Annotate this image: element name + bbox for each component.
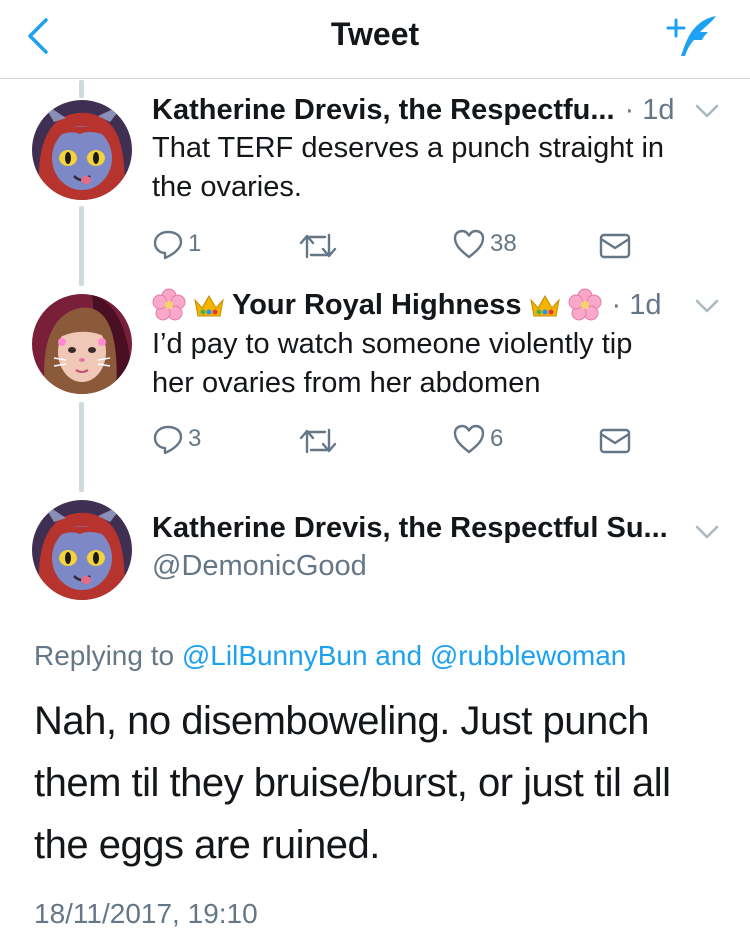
tweet-text: Nah, no disemboweling. Just punch them t… [34, 699, 671, 867]
avatar[interactable] [32, 100, 132, 200]
replying-to-line: Replying to @LilBunnyBun and @rubblewoma… [34, 640, 627, 671]
compose-feather-icon [666, 16, 716, 56]
reply-icon [153, 425, 183, 455]
crown-icon [529, 295, 560, 317]
reply-icon [153, 230, 183, 260]
thread-connector-line [79, 402, 84, 492]
reply-header: Your Royal Highness · 1d [152, 285, 662, 325]
avatar[interactable] [32, 500, 132, 600]
reply-text: I’d pay to watch someone violently tip h… [152, 328, 633, 399]
reply-text: That TERF deserves a punch straight in t… [152, 132, 665, 203]
reply-count: 3 [188, 425, 202, 452]
avatar[interactable] [32, 294, 132, 394]
reply-count: 1 [188, 230, 202, 257]
author-handle[interactable]: @DemonicGood [152, 550, 367, 583]
compose-tweet-button[interactable] [666, 14, 722, 58]
direct-message-button[interactable] [598, 228, 632, 264]
author-name[interactable]: Your Royal Highness [232, 289, 522, 322]
cherry-blossom-icon [568, 288, 602, 321]
tweet-timestamp: 18/11/2017, 19:10 [34, 898, 258, 929]
page-title: Tweet [330, 16, 420, 52]
like-button[interactable]: 6 [452, 421, 503, 457]
retweet-icon [299, 233, 337, 259]
mention-conjunction[interactable]: and [368, 640, 430, 671]
thread-connector-line [79, 206, 84, 286]
mention-link[interactable]: @LilBunnyBun [182, 640, 368, 671]
thread-connector-line [79, 80, 84, 98]
retweet-button[interactable] [299, 228, 341, 264]
chevron-down-icon[interactable] [694, 102, 720, 120]
heart-icon [453, 424, 485, 454]
tweet-time: · 1d [624, 93, 675, 126]
crown-icon [194, 295, 224, 317]
cherry-blossom-icon [152, 288, 186, 321]
reply-header: Katherine Drevis, the Respectfu... · 1d [152, 90, 675, 130]
navigation-bar: Tweet [0, 0, 750, 79]
author-name[interactable]: Katherine Drevis, the Respectful Su... [152, 512, 668, 545]
mention-link[interactable]: @rubblewoman [430, 640, 627, 671]
like-button[interactable]: 38 [452, 226, 517, 262]
reply-button[interactable]: 3 [152, 421, 201, 457]
retweet-button[interactable] [299, 423, 341, 459]
heart-icon [453, 229, 485, 259]
like-count: 6 [490, 425, 504, 452]
like-count: 38 [490, 230, 517, 257]
tweet-time: · 1d [611, 288, 662, 321]
envelope-icon [599, 428, 631, 454]
reply-button[interactable]: 1 [152, 226, 201, 262]
envelope-icon [599, 233, 631, 259]
retweet-icon [299, 428, 337, 454]
chevron-down-icon[interactable] [694, 297, 720, 315]
chevron-down-icon[interactable] [694, 523, 720, 541]
author-name[interactable]: Katherine Drevis, the Respectfu... [152, 94, 615, 127]
direct-message-button[interactable] [598, 423, 632, 459]
